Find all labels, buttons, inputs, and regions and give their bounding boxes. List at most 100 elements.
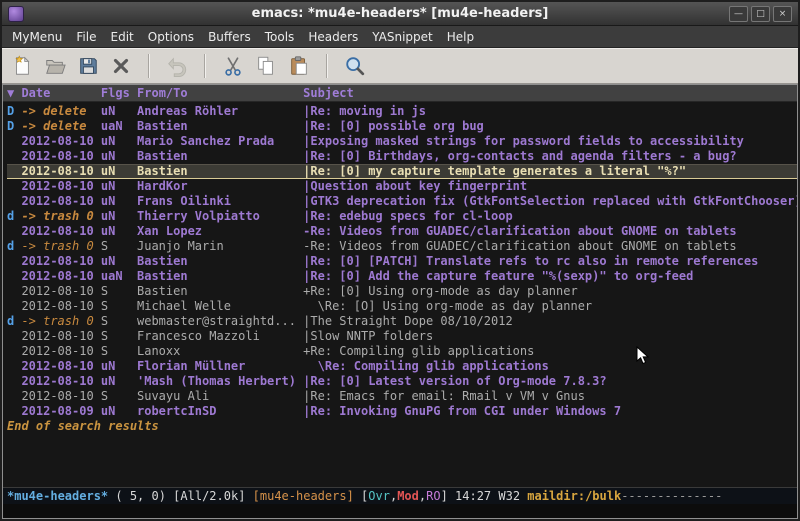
toolbar <box>2 48 798 84</box>
thread-connector: | <box>303 134 310 149</box>
message-row[interactable]: D-> deleteuNAndreas Röhler|Re: moving in… <box>7 104 797 119</box>
message-row[interactable]: 2012-08-10uNXan Lopez-Re: Videos from GU… <box>7 224 797 239</box>
message-subject: Re: Videos from GUADEC/clarification abo… <box>310 239 797 254</box>
new-file-button[interactable] <box>7 51 37 81</box>
message-flags: uaN <box>101 119 130 134</box>
message-mark <box>7 359 14 374</box>
column-header-flags[interactable]: Flgs <box>101 86 130 100</box>
message-row[interactable]: 2012-08-10uaNBastien|Re: [0] Add the cap… <box>7 269 797 284</box>
message-from: 'Mash (Thomas Herbert) <box>137 374 296 389</box>
thread-connector: | <box>303 374 310 389</box>
menu-mymenu[interactable]: MyMenu <box>5 27 69 47</box>
message-flags: S <box>101 344 130 359</box>
message-row[interactable]: d-> trash 0uNThierry Volpiatto|Re: edebu… <box>7 209 797 224</box>
message-flags: S <box>101 314 130 329</box>
kill-buffer-button[interactable] <box>106 51 136 81</box>
message-flags: uN <box>101 209 130 224</box>
message-row[interactable]: 2012-08-10SFrancesco Mazzoli|Slow NNTP f… <box>7 329 797 344</box>
message-flags: uN <box>101 404 130 419</box>
message-from: Mario Sanchez Prada <box>137 134 296 149</box>
message-date: 2012-08-10 <box>21 269 93 284</box>
message-mark <box>7 329 14 344</box>
modeline-segment: Ovr <box>368 489 390 503</box>
message-row[interactable]: 2012-08-10uNFrans Oilinki|GTK3 deprecati… <box>7 194 797 209</box>
echo-area[interactable] <box>3 504 797 518</box>
message-date: 2012-08-10 <box>21 344 93 359</box>
message-row[interactable]: 2012-08-09uNrobertcInSD|Re: Invoking Gnu… <box>7 404 797 419</box>
message-mark <box>7 404 14 419</box>
message-from: Lanoxx <box>137 344 296 359</box>
message-from: Bastien <box>137 254 296 269</box>
minimize-button[interactable]: — <box>729 6 748 22</box>
message-subject: Re: Invoking GnuPG from CGI under Window… <box>310 404 797 419</box>
message-row[interactable]: 2012-08-10uNBastien|Re: [0] Birthdays, o… <box>7 149 797 164</box>
thread-connector: | <box>303 269 310 284</box>
message-row[interactable]: 2012-08-10uNHardKor|Question about key f… <box>7 179 797 194</box>
message-date: 2012-08-10 <box>21 359 93 374</box>
message-flags: uN <box>101 104 130 119</box>
menu-buffers[interactable]: Buffers <box>201 27 258 47</box>
message-row[interactable]: 2012-08-10uNBastien|Re: [0] my capture t… <box>7 164 797 179</box>
menu-tools[interactable]: Tools <box>258 27 302 47</box>
message-row[interactable]: 2012-08-10uN'Mash (Thomas Herbert)|Re: [… <box>7 374 797 389</box>
message-row[interactable]: 2012-08-10uNBastien|Re: [0] [PATCH] Tran… <box>7 254 797 269</box>
message-from: Suvayu Ali <box>137 389 296 404</box>
menu-headers[interactable]: Headers <box>301 27 365 47</box>
message-subject: Re: [O] Using org-mode as day planner <box>325 299 797 314</box>
thread-connector: | <box>303 164 310 179</box>
save-buffer-button[interactable] <box>73 51 103 81</box>
message-row[interactable]: 2012-08-10SMichael Welle \Re: [O] Using … <box>7 299 797 314</box>
message-date: 2012-08-10 <box>21 149 93 164</box>
modeline-segment: ] <box>441 489 455 503</box>
menu-help[interactable]: Help <box>440 27 481 47</box>
message-subject: Re: [0] my capture template generates a … <box>310 164 797 179</box>
open-file-button[interactable] <box>40 51 70 81</box>
menu-file[interactable]: File <box>69 27 103 47</box>
message-subject: Exposing masked strings for password fie… <box>310 134 797 149</box>
column-header-date[interactable]: ▼ Date <box>7 86 94 100</box>
header-line: ▼ Date Flgs From/To Subject <box>3 85 797 102</box>
undo-arrow-icon <box>166 55 188 77</box>
message-row[interactable]: 2012-08-10SLanoxx+Re: Compiling glib app… <box>7 344 797 359</box>
modeline-segment: Mod <box>397 489 419 503</box>
menu-edit[interactable]: Edit <box>104 27 141 47</box>
message-row[interactable]: d-> trash 0Swebmaster@straightd...|The S… <box>7 314 797 329</box>
message-mark <box>7 344 14 359</box>
modeline-segment: [mu4e-headers] <box>253 489 354 503</box>
thread-connector: | <box>303 314 310 329</box>
copy-button[interactable] <box>251 51 281 81</box>
message-mark <box>7 254 14 269</box>
modeline-segment: ( 5, 0) [All/2.0k] <box>108 489 253 503</box>
message-mark <box>7 224 14 239</box>
thread-connector: + <box>303 284 310 299</box>
message-row[interactable]: d-> trash 0SJuanjo Marin-Re: Videos from… <box>7 239 797 254</box>
column-header-subject[interactable]: Subject <box>303 86 354 100</box>
menu-yasnippet[interactable]: YASnippet <box>365 27 440 47</box>
message-flags: uN <box>101 224 130 239</box>
message-row[interactable]: D-> deleteuaNBastien|Re: [0] possible or… <box>7 119 797 134</box>
message-from: webmaster@straightd... <box>137 314 296 329</box>
thread-connector: \ <box>303 359 325 374</box>
save-floppy-icon <box>77 55 99 77</box>
message-row[interactable]: 2012-08-10uNMario Sanchez Prada|Exposing… <box>7 134 797 149</box>
message-flags: S <box>101 284 130 299</box>
thread-connector: | <box>303 194 310 209</box>
undo-button[interactable] <box>162 51 192 81</box>
message-subject: Re: moving in js <box>310 104 797 119</box>
cut-button[interactable] <box>218 51 248 81</box>
message-mark <box>7 299 14 314</box>
maximize-button[interactable]: □ <box>751 6 770 22</box>
paste-button[interactable] <box>284 51 314 81</box>
message-mark <box>7 164 14 179</box>
column-header-from[interactable]: From/To <box>137 86 296 100</box>
message-subject: Re: [0] possible org bug <box>310 119 797 134</box>
menu-options[interactable]: Options <box>141 27 201 47</box>
search-button[interactable] <box>340 51 370 81</box>
close-button[interactable]: × <box>773 6 792 22</box>
message-mark <box>7 134 14 149</box>
message-subject: Re: [0] Birthdays, org-contacts and agen… <box>310 149 797 164</box>
message-row[interactable]: 2012-08-10SBastien+Re: [0] Using org-mod… <box>7 284 797 299</box>
message-mark: d <box>7 209 14 224</box>
message-row[interactable]: 2012-08-10uNFlorian Müllner \Re: Compili… <box>7 359 797 374</box>
message-row[interactable]: 2012-08-10SSuvayu Ali|Re: Emacs for emai… <box>7 389 797 404</box>
